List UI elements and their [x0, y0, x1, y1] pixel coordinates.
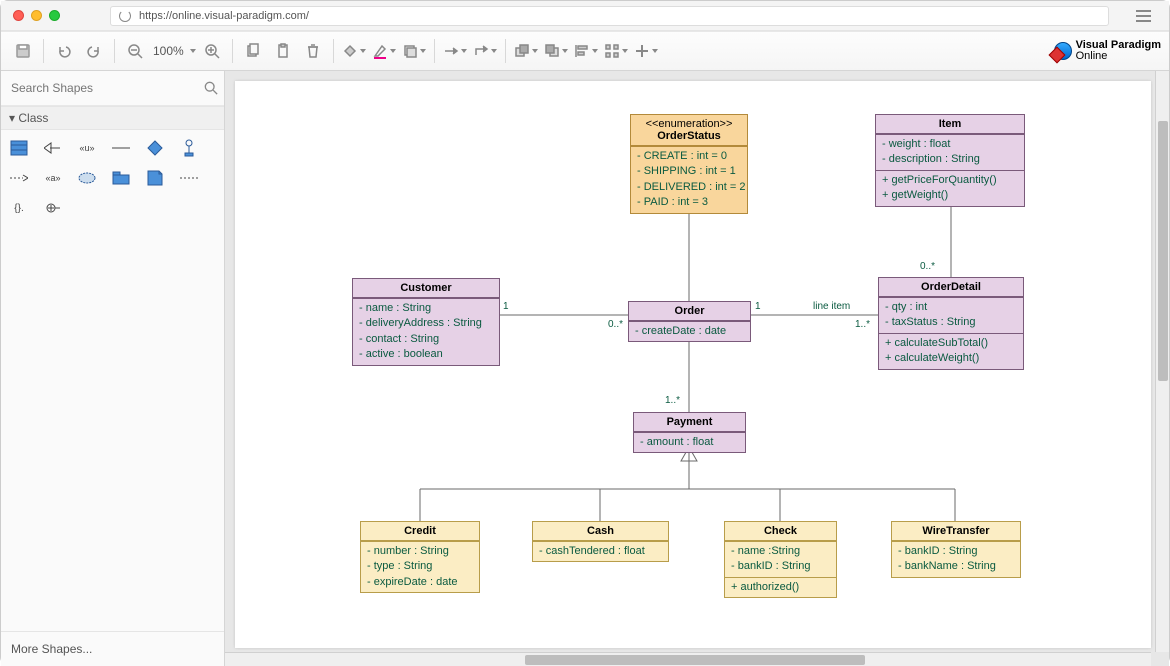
- reload-icon[interactable]: [119, 10, 131, 22]
- distribute-button[interactable]: [602, 37, 630, 65]
- redo-button[interactable]: [80, 37, 108, 65]
- close-window-icon[interactable]: [13, 10, 24, 21]
- class-order[interactable]: Order - createDate : date: [628, 301, 751, 342]
- paste-button[interactable]: [269, 37, 297, 65]
- save-button[interactable]: [9, 37, 37, 65]
- line-color-button[interactable]: [370, 37, 398, 65]
- fill-color-button[interactable]: [340, 37, 368, 65]
- logo-text-bottom: Online: [1076, 50, 1108, 62]
- to-back-button[interactable]: [542, 37, 570, 65]
- zoom-dropdown-icon[interactable]: [190, 49, 196, 53]
- zoom-level[interactable]: 100%: [151, 44, 186, 58]
- mult-orderdetail-0s: 0..*: [920, 261, 935, 272]
- maximize-window-icon[interactable]: [49, 10, 60, 21]
- canvas-area: 1 1 0..* 1 0..* 1 line item 1..* 1..* <<…: [225, 71, 1169, 666]
- shadow-button[interactable]: [400, 37, 428, 65]
- align-button[interactable]: [572, 37, 600, 65]
- mult-order-0s: 0..*: [608, 319, 623, 330]
- url-input[interactable]: [139, 10, 1100, 22]
- horizontal-scrollbar[interactable]: [225, 652, 1151, 666]
- shape-constraint-icon[interactable]: {}.: [9, 198, 29, 218]
- browser-menu-button[interactable]: [1129, 5, 1157, 27]
- logo-icon: [1054, 42, 1072, 60]
- copy-button[interactable]: [239, 37, 267, 65]
- shape-aggregation-icon[interactable]: [145, 138, 165, 158]
- shape-dependency-icon[interactable]: [9, 168, 29, 188]
- connector-style-button[interactable]: [441, 37, 469, 65]
- class-orderstatus[interactable]: <<enumeration>>OrderStatus - CREATE : in…: [630, 114, 748, 214]
- shape-collaboration-icon[interactable]: [77, 168, 97, 188]
- shape-anchor-icon[interactable]: [179, 168, 199, 188]
- class-wiretransfer[interactable]: WireTransfer - bankID : String - bankNam…: [891, 521, 1021, 578]
- delete-button[interactable]: [299, 37, 327, 65]
- class-item[interactable]: Item - weight : float - description : St…: [875, 114, 1025, 207]
- assoc-line-item: line item: [813, 301, 850, 312]
- shape-package-icon[interactable]: [111, 168, 131, 188]
- search-icon[interactable]: [204, 81, 218, 95]
- class-orderdetail[interactable]: OrderDetail - qty : int - taxStatus : St…: [878, 277, 1024, 370]
- mult-customer-1: 1: [503, 301, 509, 312]
- app-logo: Visual ParadigmOnline: [1054, 40, 1161, 62]
- mult-orderdetail-1s: 1..*: [855, 319, 870, 330]
- zoom-in-button[interactable]: [198, 37, 226, 65]
- to-front-button[interactable]: [512, 37, 540, 65]
- more-shapes-link[interactable]: More Shapes...: [1, 631, 224, 666]
- shape-containment-icon[interactable]: [43, 198, 63, 218]
- class-credit[interactable]: Credit - number : String - type : String…: [360, 521, 480, 593]
- window-titlebar: [1, 1, 1169, 31]
- waypoint-button[interactable]: [471, 37, 499, 65]
- zoom-out-button[interactable]: [121, 37, 149, 65]
- traffic-lights: [13, 10, 60, 21]
- class-customer[interactable]: Customer - name : String - deliveryAddre…: [352, 278, 500, 366]
- shape-generalization-icon[interactable]: [43, 138, 63, 158]
- shape-class-icon[interactable]: [9, 138, 29, 158]
- shape-usage-icon[interactable]: «u»: [77, 138, 97, 158]
- class-check[interactable]: Check - name :String - bankID : String +…: [724, 521, 837, 598]
- class-payment[interactable]: Payment - amount : float: [633, 412, 746, 453]
- category-header-class[interactable]: ▾ Class: [1, 106, 224, 130]
- mult-payment-1s: 1..*: [665, 395, 680, 406]
- vertical-scrollbar[interactable]: [1155, 71, 1169, 652]
- shapes-sidebar: ▾ Class «u» «a» {}. More Shapes...: [1, 71, 225, 666]
- minimize-window-icon[interactable]: [31, 10, 42, 21]
- search-shapes-input[interactable]: [7, 77, 204, 99]
- shape-association-icon[interactable]: [111, 138, 131, 158]
- shape-abstraction-icon[interactable]: «a»: [43, 168, 63, 188]
- mult-order-1: 1: [755, 301, 761, 312]
- app-toolbar: 100% Visual ParadigmOnline: [1, 31, 1169, 71]
- shape-palette: «u» «a» {}.: [1, 130, 224, 226]
- class-cash[interactable]: Cash - cashTendered : float: [532, 521, 669, 562]
- add-button[interactable]: [632, 37, 660, 65]
- diagram-canvas[interactable]: 1 1 0..* 1 0..* 1 line item 1..* 1..* <<…: [235, 81, 1151, 648]
- shape-note-icon[interactable]: [145, 168, 165, 188]
- undo-button[interactable]: [50, 37, 78, 65]
- shape-interface-icon[interactable]: [179, 138, 199, 158]
- address-bar[interactable]: [110, 6, 1109, 26]
